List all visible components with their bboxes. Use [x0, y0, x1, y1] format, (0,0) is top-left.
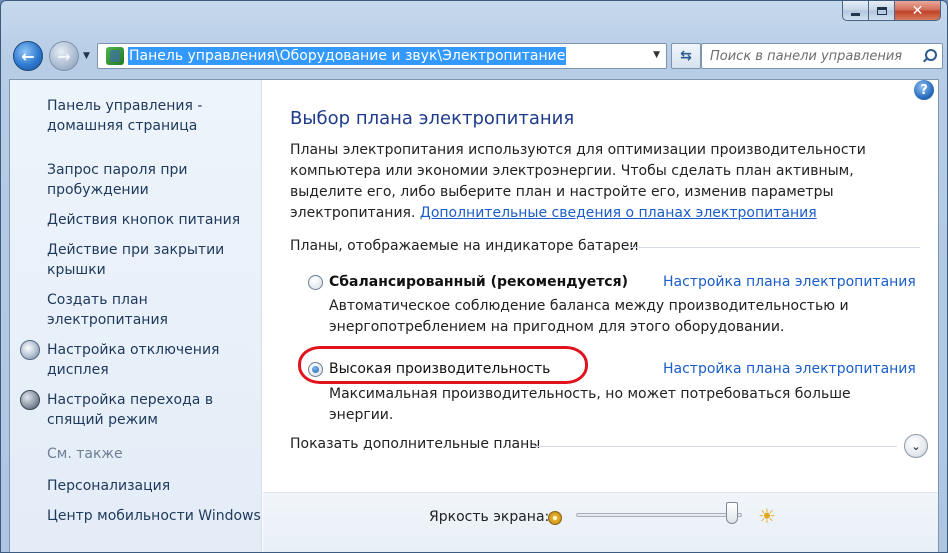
plan-balanced[interactable]: Сбалансированный (рекомендуется): [308, 274, 628, 290]
page-title: Выбор плана электропитания: [290, 108, 575, 129]
address-dropdown-icon[interactable]: ▼: [653, 50, 660, 60]
sidebar-item-create-plan[interactable]: Создать план электропитания: [47, 290, 257, 330]
back-button[interactable]: ←: [13, 41, 43, 71]
search-box[interactable]: [701, 43, 943, 69]
see-also-heading: См. также: [47, 446, 123, 462]
show-more-plans-label[interactable]: Показать дополнительные планы: [290, 436, 540, 452]
plan-balanced-radio[interactable]: [308, 274, 323, 290]
search-input[interactable]: [710, 48, 910, 64]
sidebar-item-lid-close[interactable]: Действие при закрытии крышки: [47, 240, 257, 280]
refresh-button[interactable]: ⇆: [671, 43, 701, 69]
forward-button[interactable]: →: [49, 41, 79, 71]
plan-balanced-settings-link[interactable]: Настройка плана электропитания: [663, 274, 916, 290]
content-area: Панель управления - домашняя страница За…: [9, 79, 939, 552]
moon-icon: [20, 390, 40, 410]
monitor-icon: [20, 340, 40, 360]
help-icon[interactable]: ?: [914, 80, 934, 100]
plan-high-performance-settings-link[interactable]: Настройка плана электропитания: [663, 361, 916, 377]
brightness-label: Яркость экрана:: [429, 509, 550, 525]
dim-brightness-icon: [548, 511, 562, 525]
bright-brightness-icon: ☀: [758, 504, 776, 528]
chevron-down-icon: ▼: [83, 51, 90, 61]
section-divider: [628, 247, 920, 248]
sidebar-item-home[interactable]: Панель управления - домашняя страница: [47, 96, 257, 136]
sidebar: Панель управления - домашняя страница За…: [10, 80, 262, 552]
section-heading: Планы, отображаемые на индикаторе батаре…: [290, 238, 639, 254]
plan-balanced-label[interactable]: Сбалансированный (рекомендуется): [329, 274, 628, 290]
control-panel-window: ✕ ← → ▼ Панель управления\Оборудование и…: [0, 0, 948, 553]
close-icon: ✕: [911, 2, 924, 19]
more-plans-divider: [535, 446, 897, 447]
highlight-annotation: [298, 346, 588, 384]
plan-balanced-description: Автоматическое соблюдение баланса между …: [329, 298, 849, 335]
minimize-button[interactable]: [842, 1, 869, 21]
navigation-bar: ← → ▼ Панель управления\Оборудование и з…: [9, 39, 943, 73]
brightness-slider-thumb[interactable]: [726, 502, 739, 524]
plan-high-performance-description: Максимальная производительность, но може…: [329, 386, 851, 423]
main-panel: ? Выбор плана электропитания Планы элект…: [263, 80, 938, 552]
brightness-slider-track[interactable]: [576, 513, 742, 517]
close-button[interactable]: ✕: [895, 1, 941, 21]
more-info-link[interactable]: Дополнительные сведения о планах электро…: [420, 205, 817, 221]
address-bar[interactable]: Панель управления\Оборудование и звук\Эл…: [97, 43, 667, 69]
arrow-right-icon: →: [57, 46, 71, 66]
sidebar-item-mobility-center[interactable]: Центр мобильности Windows: [47, 506, 261, 526]
search-icon[interactable]: [922, 49, 937, 63]
expand-plans-button[interactable]: ⌄: [904, 434, 928, 458]
intro-text: Планы электропитания используются для оп…: [290, 140, 930, 224]
maximize-icon: [876, 6, 887, 15]
maximize-button[interactable]: [869, 1, 895, 21]
brightness-bar: Яркость экрана: ☀: [263, 492, 938, 552]
sidebar-item-wake-password[interactable]: Запрос пароля при пробуждении: [47, 160, 257, 200]
minimize-icon: [851, 12, 860, 16]
caption-buttons: ✕: [842, 1, 941, 21]
power-options-icon: [106, 47, 124, 65]
sidebar-item-power-buttons[interactable]: Действия кнопок питания: [47, 210, 257, 230]
arrow-left-icon: ←: [21, 46, 35, 66]
sidebar-item-sleep[interactable]: Настройка перехода в спящий режим: [47, 390, 257, 430]
sidebar-item-display-off[interactable]: Настройка отключения дисплея: [47, 340, 257, 380]
history-dropdown[interactable]: ▼: [83, 51, 90, 61]
refresh-icon: ⇆: [680, 48, 692, 64]
chevron-down-icon: ⌄: [911, 439, 921, 453]
address-path[interactable]: Панель управления\Оборудование и звук\Эл…: [128, 47, 567, 65]
sidebar-item-personalization[interactable]: Персонализация: [47, 476, 257, 496]
